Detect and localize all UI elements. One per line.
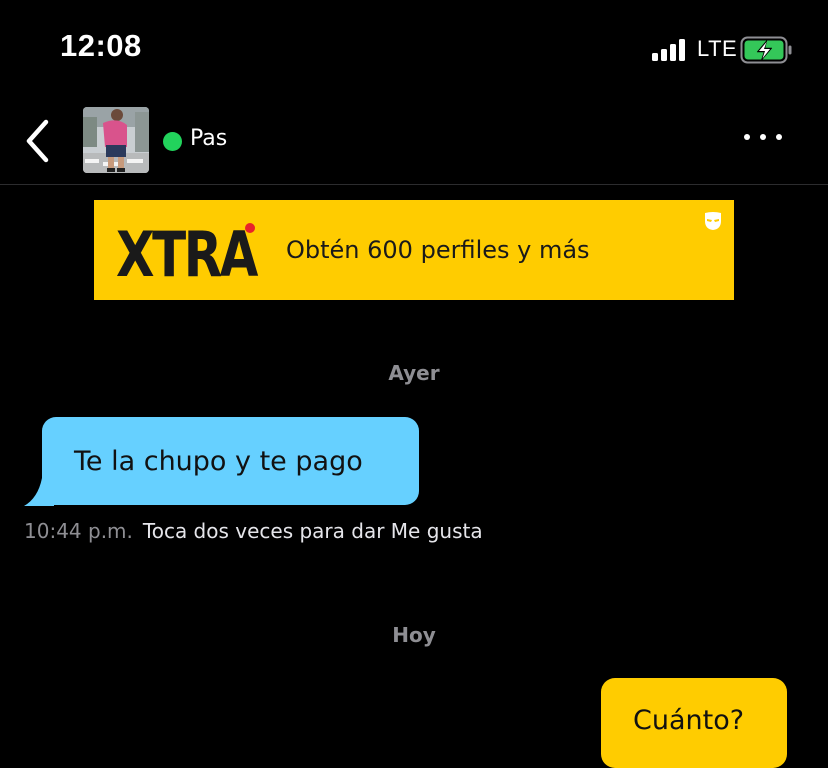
date-separator-yesterday: Ayer xyxy=(388,361,440,385)
outgoing-message-text: Cuánto? xyxy=(633,705,745,736)
svg-text:XTRA: XTRA xyxy=(116,218,258,286)
incoming-message-text: Te la chupo y te pago xyxy=(74,446,363,477)
online-status-indicator xyxy=(163,132,182,151)
cellular-signal-icon xyxy=(652,39,690,61)
network-type: LTE xyxy=(697,36,738,61)
double-tap-like-hint: Toca dos veces para dar Me gusta xyxy=(142,519,483,543)
avatar-photo xyxy=(83,107,149,173)
grindr-mask-icon xyxy=(705,212,721,230)
battery-charging-icon xyxy=(740,36,792,64)
ellipsis-dot xyxy=(776,134,782,140)
ellipsis-dot xyxy=(760,134,766,140)
header-divider xyxy=(0,184,828,185)
status-time: 12:08 xyxy=(60,28,142,63)
chevron-left-icon xyxy=(26,119,49,163)
more-options-button[interactable] xyxy=(738,128,788,148)
back-button[interactable] xyxy=(18,116,62,166)
date-separator-today: Hoy xyxy=(392,623,436,647)
banner-text: Obtén 600 perfiles y más xyxy=(286,236,590,264)
xtra-logo: XTRA xyxy=(116,218,261,286)
message-timestamp: 10:44 p.m. xyxy=(24,519,133,543)
profile-name[interactable]: Pas xyxy=(190,126,227,151)
incoming-message-bubble[interactable]: Te la chupo y te pago xyxy=(42,417,419,505)
ellipsis-icon xyxy=(744,134,750,140)
profile-avatar[interactable] xyxy=(83,107,149,173)
xtra-upgrade-banner[interactable]: XTRA Obtén 600 perfiles y más xyxy=(94,200,734,300)
message-meta: 10:44 p.m. Toca dos veces para dar Me gus… xyxy=(24,519,483,543)
outgoing-message-bubble[interactable]: Cuánto? xyxy=(601,678,787,768)
